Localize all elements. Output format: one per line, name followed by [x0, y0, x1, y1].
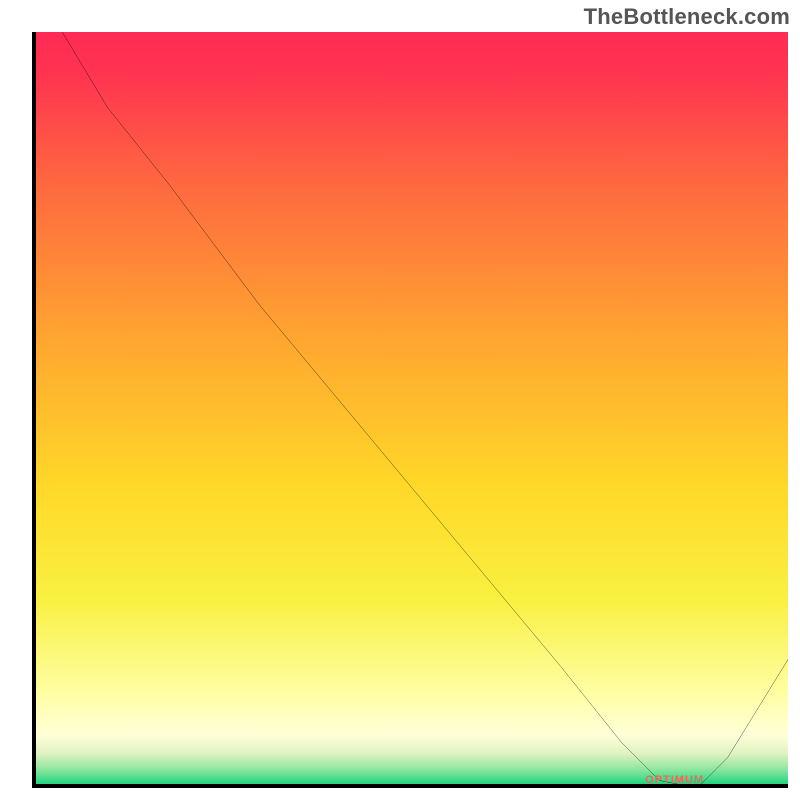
attribution-text: TheBottleneck.com [584, 4, 790, 30]
chart-viewport: TheBottleneck.com OPTIMUM [0, 0, 800, 800]
plot-area: OPTIMUM [32, 32, 788, 788]
y-axis [32, 32, 36, 788]
x-axis [32, 784, 788, 788]
bottleneck-curve [62, 32, 788, 788]
curve-layer [32, 32, 788, 788]
